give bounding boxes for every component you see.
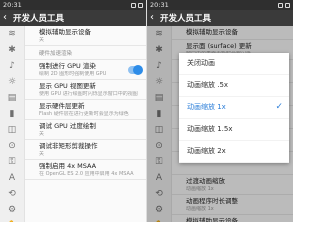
check-icon: ✓ xyxy=(275,102,283,112)
settings-list: 模拟辅助显示设备关硬件加速渲染 强制进行 GPU 渲染 绘制 2D 图形时强制使用 … xyxy=(25,26,146,222)
battery-icon[interactable]: ▮ xyxy=(0,106,24,122)
status-time: 20:31 xyxy=(150,1,169,9)
item-title: 模拟辅助显示设备 xyxy=(39,28,91,36)
battery-status-icon xyxy=(285,2,290,8)
wifi-icon[interactable]: ≋ xyxy=(0,26,24,42)
item-subtitle: 关 xyxy=(39,131,45,137)
option-label: 动画缩放 2x xyxy=(187,147,226,155)
list-item[interactable]: 强制进行 GPU 渲染 绘制 2D 图形时强制使用 GPU xyxy=(25,60,146,80)
status-time: 20:31 xyxy=(3,1,22,9)
back-icon[interactable]: ‹ xyxy=(3,10,13,26)
gpu-render-toggle[interactable] xyxy=(128,64,143,75)
option-label: 关闭动画 xyxy=(187,59,215,67)
section-header: 硬件加速渲染 xyxy=(25,46,146,60)
page-title: 开发人员工具 xyxy=(13,14,65,24)
location-icon[interactable]: ⊙ xyxy=(0,138,24,154)
list-item[interactable]: 强制启用 4x MSAA 在 OpenGL ES 2.0 应用中启用 4x MSA… xyxy=(25,160,146,180)
left-phone-screen: 20:31 ‹ 开发人员工具 ≋✱♪☼▤▮◫⊙⚿A⟲⚙✋ 模拟辅助显示设备关硬件… xyxy=(0,0,146,222)
accessibility-icon[interactable]: ⚙ xyxy=(0,202,24,218)
settings-sidebar: ≋✱♪☼▤▮◫⊙⚿A⟲⚙✋ xyxy=(0,26,25,222)
signal-icon xyxy=(131,2,136,8)
list-item[interactable]: 显示硬件层更新 Flash 硬件层在进行更新时会显示为绿色 xyxy=(25,100,146,120)
content-area: ≋✱♪☼▤▮◫⊙⚿A⟲⚙✋ 模拟辅助显示设备关硬件加速渲染强制进行 GPU 渲染… xyxy=(0,26,146,222)
item-subtitle: 使用 GPU 进行绘图时闪烁显示窗口中的视图 xyxy=(39,91,138,97)
animation-scale-option[interactable]: 动画缩放 2x xyxy=(179,141,289,163)
animation-scale-option[interactable]: 关闭动画 xyxy=(179,53,289,75)
option-label: 动画缩放 1x xyxy=(187,103,226,111)
list-item[interactable]: 模拟辅助显示设备关 xyxy=(25,26,146,46)
item-title: 调试 GPU 过度绘制 xyxy=(39,122,96,130)
signal-icon xyxy=(278,2,283,8)
status-bar: 20:31 xyxy=(0,0,146,10)
action-bar: ‹ 开发人员工具 xyxy=(0,10,146,26)
status-bar: 20:31 xyxy=(147,0,293,10)
item-subtitle: Flash 硬件层在进行更新时会显示为绿色 xyxy=(39,111,129,117)
list-item[interactable]: 显示 GPU 视图更新 使用 GPU 进行绘图时闪烁显示窗口中的视图 xyxy=(25,80,146,100)
animation-scale-option[interactable]: 动画缩放 1x ✓ xyxy=(179,97,289,119)
item-subtitle: 绘制 2D 图形时强制使用 GPU xyxy=(39,71,107,77)
status-icons xyxy=(131,2,143,8)
screenshot-pair: 20:31 ‹ 开发人员工具 ≋✱♪☼▤▮◫⊙⚿A⟲⚙✋ 模拟辅助显示设备关硬件… xyxy=(0,0,293,222)
battery-status-icon xyxy=(138,2,143,8)
status-icons xyxy=(278,2,290,8)
item-subtitle: 关 xyxy=(39,151,45,157)
back-icon[interactable]: ‹ xyxy=(150,10,160,26)
item-subtitle: 在 OpenGL ES 2.0 应用中启用 4x MSAA xyxy=(39,171,134,177)
animation-scale-dialog: 关闭动画动画缩放 .5x 动画缩放 1x ✓ 动画缩放 1.5x 动画缩放 2x xyxy=(179,53,289,163)
apps-icon[interactable]: ◫ xyxy=(0,122,24,138)
storage-icon[interactable]: ▤ xyxy=(0,90,24,106)
item-title: 强制进行 GPU 渲染 xyxy=(39,62,96,70)
animation-scale-option[interactable]: 动画缩放 .5x xyxy=(179,75,289,97)
security-icon[interactable]: ⚿ xyxy=(0,154,24,170)
item-title: 调试非矩形剪裁操作 xyxy=(39,142,98,150)
item-title: 强制启用 4x MSAA xyxy=(39,162,97,170)
option-label: 动画缩放 1.5x xyxy=(187,125,233,133)
item-title: 显示 GPU 视图更新 xyxy=(39,82,96,90)
display-icon[interactable]: ☼ xyxy=(0,74,24,90)
item-title: 显示硬件层更新 xyxy=(39,102,85,110)
right-phone-screen: 20:31 ‹ 开发人员工具 ≋✱♪☼▤▮◫⊙⚿A⟲⚙✋ 模拟辅助显示设备显示面… xyxy=(146,0,293,222)
option-label: 动画缩放 .5x xyxy=(187,81,229,89)
developer-icon[interactable]: ✋ xyxy=(0,218,24,222)
toggle-knob xyxy=(133,64,143,75)
action-bar: ‹ 开发人员工具 xyxy=(147,10,293,26)
backup-icon[interactable]: ⟲ xyxy=(0,186,24,202)
page-title: 开发人员工具 xyxy=(160,14,212,24)
list-item[interactable]: 调试 GPU 过度绘制关 xyxy=(25,120,146,140)
sound-icon[interactable]: ♪ xyxy=(0,58,24,74)
language-icon[interactable]: A xyxy=(0,170,24,186)
bluetooth-icon[interactable]: ✱ xyxy=(0,42,24,58)
list-item[interactable]: 调试非矩形剪裁操作关 xyxy=(25,140,146,160)
item-subtitle: 关 xyxy=(39,37,45,43)
animation-scale-option[interactable]: 动画缩放 1.5x xyxy=(179,119,289,141)
